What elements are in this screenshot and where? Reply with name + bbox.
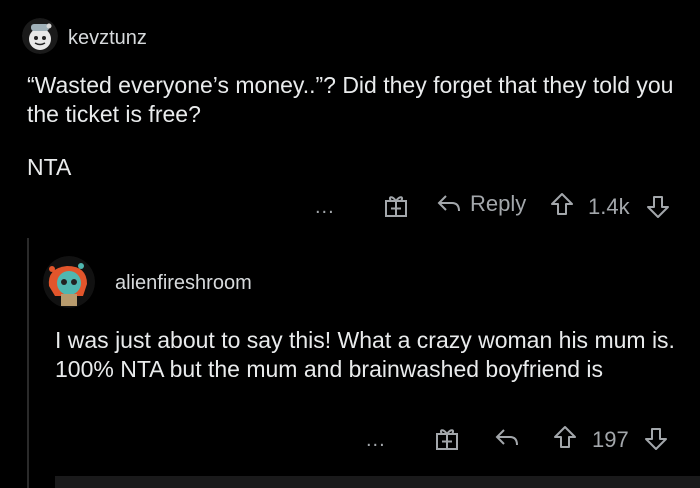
award-button[interactable] xyxy=(383,193,409,219)
reply-icon xyxy=(494,427,520,449)
upvote-button[interactable] xyxy=(552,424,578,450)
next-comment-preview xyxy=(55,476,700,488)
award-button[interactable] xyxy=(434,426,460,452)
comment-body: I was just about to say this! What a cra… xyxy=(55,327,675,382)
username[interactable]: alienfireshroom xyxy=(115,272,252,295)
reply-button[interactable]: Reply xyxy=(436,191,526,217)
reply-label: Reply xyxy=(470,191,527,216)
more-options-button[interactable]: ... xyxy=(366,429,386,452)
reply-button[interactable] xyxy=(494,427,520,449)
comment-body: “Wasted everyone’s money..”? Did they fo… xyxy=(27,72,674,127)
award-icon xyxy=(383,193,409,219)
upvote-icon xyxy=(552,424,578,450)
snoo-avatar-icon xyxy=(43,256,95,308)
upvote-button[interactable] xyxy=(549,191,575,217)
upvote-icon xyxy=(549,191,575,217)
downvote-button[interactable] xyxy=(645,194,671,220)
user-avatar[interactable] xyxy=(22,18,58,54)
comment-body-line: NTA xyxy=(27,154,72,180)
thread-line[interactable] xyxy=(27,238,29,488)
downvote-icon xyxy=(643,426,669,452)
vote-count: 197 xyxy=(592,427,629,452)
snoo-avatar-icon xyxy=(22,18,58,54)
award-icon xyxy=(434,426,460,452)
username[interactable]: kevztunz xyxy=(68,27,147,50)
downvote-button[interactable] xyxy=(643,426,669,452)
downvote-icon xyxy=(645,194,671,220)
more-icon: ... xyxy=(315,196,335,218)
vote-count: 1.4k xyxy=(588,194,630,219)
user-avatar[interactable] xyxy=(43,256,95,308)
comment-kevztunz: kevztunz “Wasted everyone’s money..”? Di… xyxy=(0,0,700,230)
more-icon: ... xyxy=(366,429,386,451)
more-options-button[interactable]: ... xyxy=(315,196,335,219)
reply-icon xyxy=(436,193,462,215)
